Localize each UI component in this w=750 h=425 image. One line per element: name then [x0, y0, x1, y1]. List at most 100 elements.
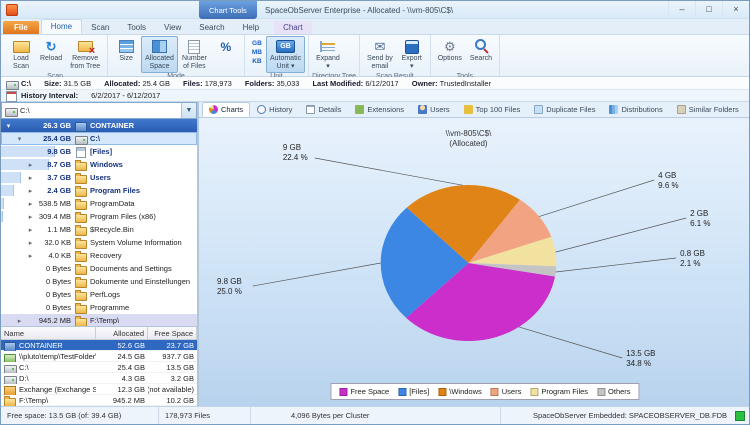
search-icon — [471, 38, 491, 55]
legend-item-users: Users — [490, 387, 521, 396]
tree-item-name: Program Files — [90, 186, 141, 195]
view-tab-similar-folders[interactable]: Similar Folders — [670, 102, 746, 117]
table-row-container[interactable]: CONTAINER 52.6 GB 23.7 GB — [1, 340, 197, 351]
options-button[interactable]: Options — [434, 36, 466, 73]
percent-button[interactable] — [211, 36, 241, 73]
column-header-name[interactable]: Name — [1, 327, 96, 339]
table-row-c[interactable]: C:\ 25.4 GB 13.5 GB — [1, 362, 197, 373]
history-interval-value[interactable]: 6/2/2017 - 6/12/2017 — [91, 91, 160, 100]
tree-item-c[interactable]: ▾ 25.4 GB C:\ — [1, 132, 197, 145]
tree-item-documents-and-settings[interactable]: 0 Bytes Documents and Settings — [1, 262, 197, 275]
status-cluster-size: 4,096 Bytes per Cluster — [251, 407, 501, 424]
maximize-button[interactable]: □ — [695, 1, 722, 18]
table-cell-name: D:\ — [1, 373, 96, 384]
tree-expander[interactable]: ▸ — [15, 317, 24, 325]
tree-item-dokumente-und-einstellungen[interactable]: 0 Bytes Dokumente und Einstellungen — [1, 275, 197, 288]
tree-item-program-files[interactable]: ▸ 2.4 GB Program Files — [1, 184, 197, 197]
tree-expander[interactable]: ▸ — [26, 200, 35, 208]
tree-item-recycle-bin[interactable]: ▸ 1.1 MB $Recycle.Bin — [1, 223, 197, 236]
load-scan-button[interactable]: Load Scan — [6, 36, 36, 73]
tree-item-f-temp[interactable]: ▸ 945.2 MB F:\Temp\ — [1, 314, 197, 326]
tree-item-name: Documents and Settings — [90, 264, 172, 273]
column-header-free-space[interactable]: Free Space — [148, 327, 197, 339]
tree-expander[interactable]: ▾ — [15, 135, 24, 143]
tree-item-name: Program Files (x86) — [90, 212, 156, 221]
tree-expander[interactable]: ▸ — [26, 213, 35, 221]
table-cell-free-space: (not available) — [148, 384, 194, 394]
table-cell-name: Exchange (Exchange Server) — [1, 384, 96, 395]
ribbon-tab-scan[interactable]: Scan — [82, 21, 118, 34]
minimize-button[interactable]: – — [668, 1, 695, 18]
tree-item-programdata[interactable]: ▸ 538.5 MB ProgramData — [1, 197, 197, 210]
tree-item-windows[interactable]: ▸ 8.7 GB Windows — [1, 158, 197, 171]
ribbon-tab-tools[interactable]: Tools — [118, 21, 155, 34]
table-row-f-temp[interactable]: F:\Temp\ 945.2 MB 10.2 GB — [1, 395, 197, 406]
reload-icon — [41, 38, 61, 55]
remove-from-tree-button[interactable]: Remove from Tree — [66, 36, 104, 73]
tree-item-container[interactable]: ▾ 26.3 GB CONTAINER — [1, 119, 197, 132]
automatic-unit-button[interactable]: Automatic Unit ▾ — [265, 36, 306, 74]
tree-item-size: 0 Bytes — [45, 303, 71, 312]
combo-dropdown-button[interactable]: ▼ — [181, 103, 196, 118]
table-row-exchange-exchange-server[interactable]: Exchange (Exchange Server) 12.3 GB(not av… — [1, 384, 197, 395]
column-header-allocated[interactable]: Allocated — [96, 327, 148, 339]
tree-expander[interactable]: ▸ — [26, 161, 35, 169]
distributions-icon — [609, 105, 619, 114]
tree-item-size: 945.2 MB — [38, 316, 71, 325]
tree-item-recovery[interactable]: ▸ 4.0 KB Recovery — [1, 249, 197, 262]
ribbon-tab-home[interactable]: Home — [40, 19, 83, 34]
unit-gb-button[interactable]: GB — [250, 39, 264, 48]
allocated-space-button[interactable]: Allocated Space — [141, 36, 178, 74]
tree-expander[interactable]: ▸ — [26, 239, 35, 247]
tree-item-perflogs[interactable]: 0 Bytes PerfLogs — [1, 288, 197, 301]
table-cell-allocated: 25.4 GB — [117, 362, 145, 372]
root-selector-combo[interactable]: C:\ ▼ — [1, 102, 197, 119]
view-tab-top-100-files[interactable]: Top 100 Files — [457, 102, 528, 117]
tree-item-files[interactable]: 9.8 GB [Files] — [1, 145, 197, 158]
table-row-pluto-temp-testfolder[interactable]: \\pluto\temp\TestFolder\ 24.5 GB 937.7 GB — [1, 351, 197, 362]
window-controls: – □ × — [668, 1, 749, 19]
size-bar — [1, 198, 4, 209]
view-tab-history[interactable]: History — [250, 102, 299, 117]
tree-expander[interactable]: ▾ — [4, 122, 13, 130]
tree-item-program-files-x86[interactable]: ▸ 309.4 MB Program Files (x86) — [1, 210, 197, 223]
tree-expander[interactable]: ▸ — [26, 187, 35, 195]
tree-item-users[interactable]: ▸ 3.7 GB Users — [1, 171, 197, 184]
view-tab-duplicate-files[interactable]: Duplicate Files — [527, 102, 602, 117]
send-by-email-button[interactable]: Send by email — [363, 36, 397, 73]
tree-expander[interactable]: ▸ — [26, 174, 35, 182]
unit-mb-button[interactable]: MB — [250, 48, 264, 57]
app-icon[interactable] — [6, 3, 18, 16]
number-of-files-button[interactable]: Number of Files — [178, 36, 211, 73]
tree-item-size: 4.0 KB — [48, 251, 71, 260]
size-button[interactable]: Size — [111, 36, 141, 73]
tree-item-system-volume-information[interactable]: ▸ 32.0 KB System Volume Information — [1, 236, 197, 249]
ribbon-group-tools: OptionsSearchTools — [431, 35, 501, 80]
unit-kb-button[interactable]: KB — [250, 57, 264, 66]
ribbon-tab-search[interactable]: Search — [190, 21, 233, 34]
tree-item-programme[interactable]: 0 Bytes Programme — [1, 301, 197, 314]
chart-tools-context-tab[interactable]: Chart Tools — [199, 1, 257, 19]
tree-expander[interactable]: ▸ — [26, 252, 35, 260]
export-button[interactable]: Export ▾ — [397, 36, 427, 73]
search-button[interactable]: Search — [466, 36, 496, 73]
expand-button[interactable]: Expand ▾ — [312, 36, 344, 73]
ribbon-tab-view[interactable]: View — [155, 21, 190, 34]
view-tab-extensions[interactable]: Extensions — [348, 102, 411, 117]
tree-expander[interactable]: ▸ — [26, 226, 35, 234]
close-button[interactable]: × — [722, 1, 749, 18]
ribbon-tab-chart[interactable]: Chart — [274, 21, 312, 34]
table-cell-allocated: 4.3 GB — [121, 373, 145, 383]
ribbon-tab-help[interactable]: Help — [234, 21, 268, 34]
reload-button[interactable]: Reload — [36, 36, 66, 73]
view-tab-charts[interactable]: Charts — [202, 102, 251, 117]
tree-item-name: $Recycle.Bin — [90, 225, 134, 234]
table-row-d[interactable]: D:\ 4.3 GB 3.2 GB — [1, 373, 197, 384]
view-tab-details[interactable]: Details — [299, 102, 348, 117]
ribbon-tab-file[interactable]: File — [3, 21, 39, 34]
view-tab-distributions[interactable]: Distributions — [602, 102, 669, 117]
users-icon — [418, 105, 428, 114]
view-tab-users[interactable]: Users — [411, 102, 457, 117]
pie-label-line — [518, 326, 623, 359]
pie-slice-label-files: 9.8 GB 25.0 % — [217, 277, 242, 296]
